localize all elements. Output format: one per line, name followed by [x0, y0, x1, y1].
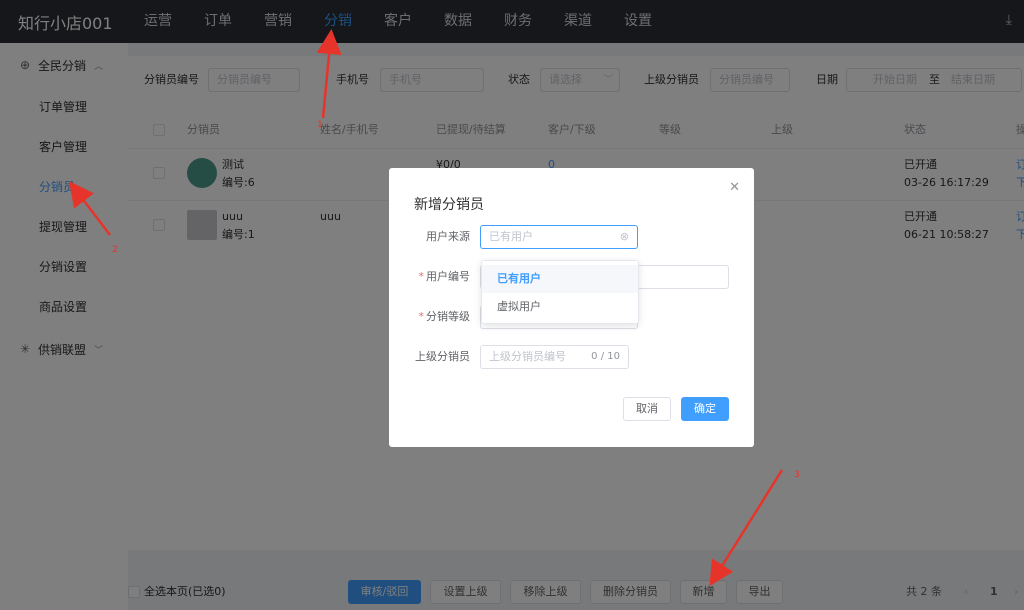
user-source-value: 已有用户: [489, 230, 533, 243]
option-existing-user[interactable]: 已有用户: [482, 265, 638, 293]
user-source-label: 用户来源: [426, 230, 470, 243]
distributor-level-label: * 分销等级: [400, 305, 471, 329]
user-id-label-text: 用户编号: [426, 270, 470, 283]
clear-icon[interactable]: ⊗: [620, 226, 629, 248]
user-source-select[interactable]: 已有用户 ⊗: [480, 225, 638, 249]
confirm-button[interactable]: 确定: [681, 397, 729, 421]
cancel-button[interactable]: 取消: [623, 397, 671, 421]
close-icon[interactable]: ✕: [729, 180, 740, 195]
option-virtual-user[interactable]: 虚拟用户: [482, 293, 638, 321]
required-mark: *: [418, 310, 425, 323]
annotation-number-1: 1: [317, 120, 323, 130]
required-mark: *: [418, 270, 425, 283]
parent-distributor-id-input[interactable]: 上级分销员编号 0 / 10: [480, 345, 629, 369]
annotation-number-2: 2: [112, 245, 118, 255]
distributor-level-label-text: 分销等级: [426, 310, 470, 323]
char-counter: 0 / 10: [591, 351, 620, 362]
user-source-dropdown: 已有用户 虚拟用户: [481, 260, 639, 324]
annotation-number-3: 3: [794, 470, 800, 480]
parent-distributor-label: 上级分销员: [415, 350, 470, 363]
dialog-title: 新增分销员: [414, 197, 484, 213]
parent-distributor-placeholder: 上级分销员编号: [489, 350, 566, 363]
user-id-label: * 用户编号: [400, 265, 471, 289]
